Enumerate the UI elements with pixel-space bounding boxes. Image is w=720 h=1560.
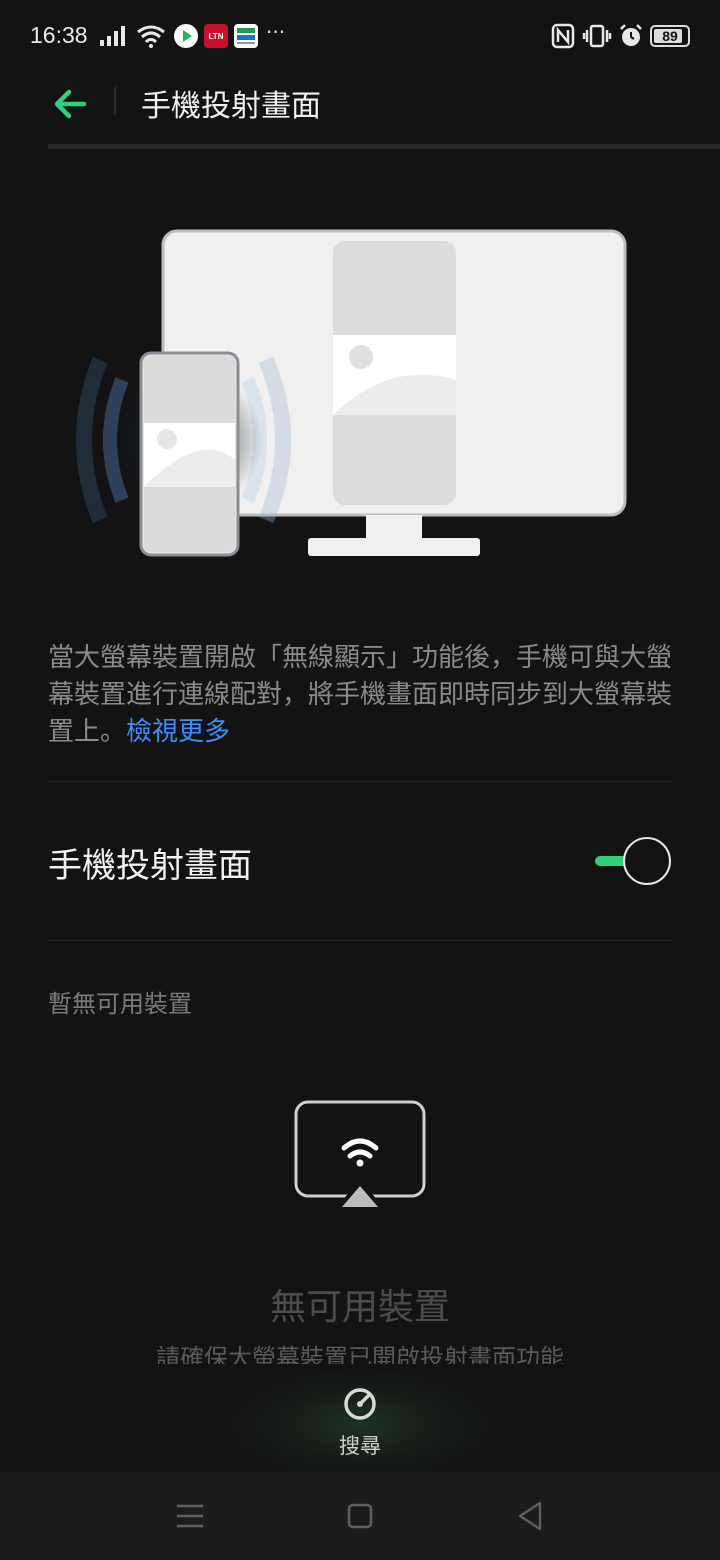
home-icon[interactable]	[340, 1498, 380, 1534]
page-title: 手機投射畫面	[141, 89, 321, 124]
battery-icon: 89	[650, 25, 690, 47]
status-bar: 16:38 LTN ··· 89	[0, 0, 720, 72]
back-icon[interactable]	[510, 1498, 550, 1534]
description: 當大螢幕裝置開啟「無線顯示」功能後，手機可與大螢幕裝置進行連線配對，將手機畫面即…	[48, 640, 672, 751]
header-divider	[114, 87, 116, 115]
no-devices-hint: 請確保大螢幕裝置已開啟投射畫面功能	[156, 1344, 564, 1364]
search-radar-icon	[344, 1388, 376, 1420]
divider-bottom	[48, 940, 672, 941]
ltn-icon: LTN	[204, 24, 228, 48]
nfc-icon	[551, 23, 575, 49]
available-devices-header: 暫無可用裝置	[48, 990, 192, 1018]
menu-icon[interactable]	[170, 1498, 210, 1534]
more-notifications-indicator: ···	[266, 20, 286, 44]
wifi-icon	[137, 25, 165, 48]
screen-cast-toggle-row[interactable]: 手機投射畫面	[48, 782, 672, 940]
alarm-icon	[620, 24, 642, 46]
back-arrow-icon[interactable]	[50, 84, 90, 124]
toggle-knob	[623, 837, 671, 885]
play-icon	[174, 24, 198, 48]
header: 手機投射畫面	[0, 72, 720, 144]
battery-level: 89	[662, 28, 678, 44]
vibrate-icon	[582, 24, 612, 48]
search-button[interactable]: 搜尋	[320, 1382, 400, 1462]
screen-mirroring-illustration	[76, 229, 627, 557]
signal-icon	[100, 26, 125, 46]
header-separator	[48, 144, 720, 149]
news-app-icon	[234, 24, 258, 48]
view-more-link[interactable]: 檢視更多	[126, 717, 230, 747]
navigation-bar	[0, 1472, 720, 1560]
screen-cast-toggle-label: 手機投射畫面	[48, 846, 252, 886]
no-devices-title: 無可用裝置	[269, 1287, 450, 1328]
status-time: 16:38	[30, 22, 88, 48]
search-label: 搜尋	[339, 1434, 381, 1458]
screen-cast-toggle[interactable]	[593, 836, 673, 886]
cast-screen-icon	[294, 1100, 426, 1211]
